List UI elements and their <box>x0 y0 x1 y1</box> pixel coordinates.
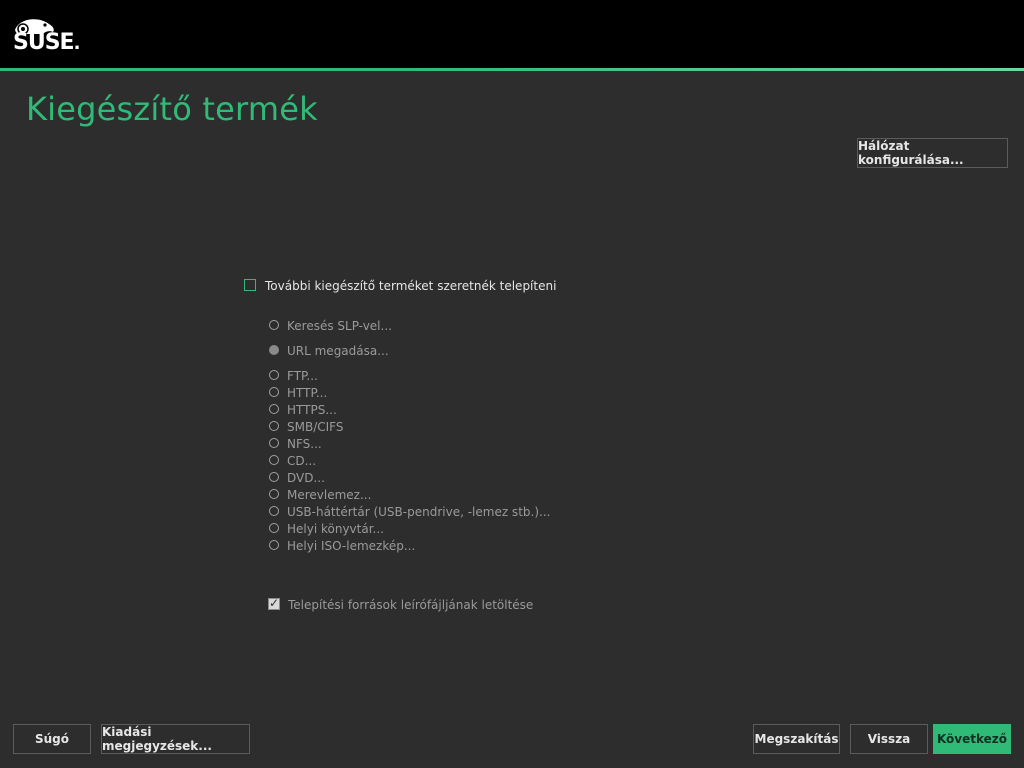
addon-checkbox-label[interactable]: További kiegészítő terméket szeretnék te… <box>265 279 556 293</box>
media-radio-label-1[interactable]: URL megadása... <box>287 344 389 358</box>
next-button[interactable]: Következő <box>933 724 1011 754</box>
abort-button[interactable]: Megszakítás <box>753 724 840 754</box>
media-radio-label-3[interactable]: HTTP... <box>287 386 327 400</box>
media-radio-11[interactable] <box>269 523 279 533</box>
release-notes-button[interactable]: Kiadási megjegyzések... <box>101 724 250 754</box>
header-bar: SUSE. <box>0 0 1024 70</box>
media-radio-label-0[interactable]: Keresés SLP-vel... <box>287 319 392 333</box>
media-radio-label-5[interactable]: SMB/CIFS <box>287 420 343 434</box>
media-radio-label-8[interactable]: DVD... <box>287 471 325 485</box>
media-radio-6[interactable] <box>269 438 279 448</box>
media-radio-label-11[interactable]: Helyi könyvtár... <box>287 522 384 536</box>
header-accent-line <box>0 68 1024 71</box>
media-radio-5[interactable] <box>269 421 279 431</box>
network-config-button[interactable]: Hálózat konfigurálása... <box>857 138 1008 168</box>
media-radio-7[interactable] <box>269 455 279 465</box>
media-radio-4[interactable] <box>269 404 279 414</box>
media-radio-1[interactable] <box>269 345 279 355</box>
media-radio-label-9[interactable]: Merevlemez... <box>287 488 371 502</box>
media-radio-label-10[interactable]: USB-háttértár (USB-pendrive, -lemez stb.… <box>287 505 550 519</box>
page-title: Kiegészítő termék <box>26 90 318 128</box>
back-button[interactable]: Vissza <box>850 724 928 754</box>
suse-wordmark: SUSE. <box>13 30 80 55</box>
media-radio-2[interactable] <box>269 370 279 380</box>
media-radio-label-2[interactable]: FTP... <box>287 369 318 383</box>
help-button[interactable]: Súgó <box>13 724 91 754</box>
media-radio-0[interactable] <box>269 320 279 330</box>
download-descriptions-label[interactable]: Telepítési források leírófájljának letöl… <box>288 598 533 612</box>
media-radio-label-12[interactable]: Helyi ISO-lemezkép... <box>287 539 415 553</box>
media-radio-label-6[interactable]: NFS... <box>287 437 322 451</box>
media-radio-label-4[interactable]: HTTPS... <box>287 403 337 417</box>
media-radio-9[interactable] <box>269 489 279 499</box>
media-radio-12[interactable] <box>269 540 279 550</box>
media-radio-3[interactable] <box>269 387 279 397</box>
media-radio-label-7[interactable]: CD... <box>287 454 316 468</box>
media-radio-10[interactable] <box>269 506 279 516</box>
media-radio-8[interactable] <box>269 472 279 482</box>
download-descriptions-checkbox[interactable] <box>268 596 280 610</box>
addon-checkbox[interactable] <box>244 279 256 291</box>
